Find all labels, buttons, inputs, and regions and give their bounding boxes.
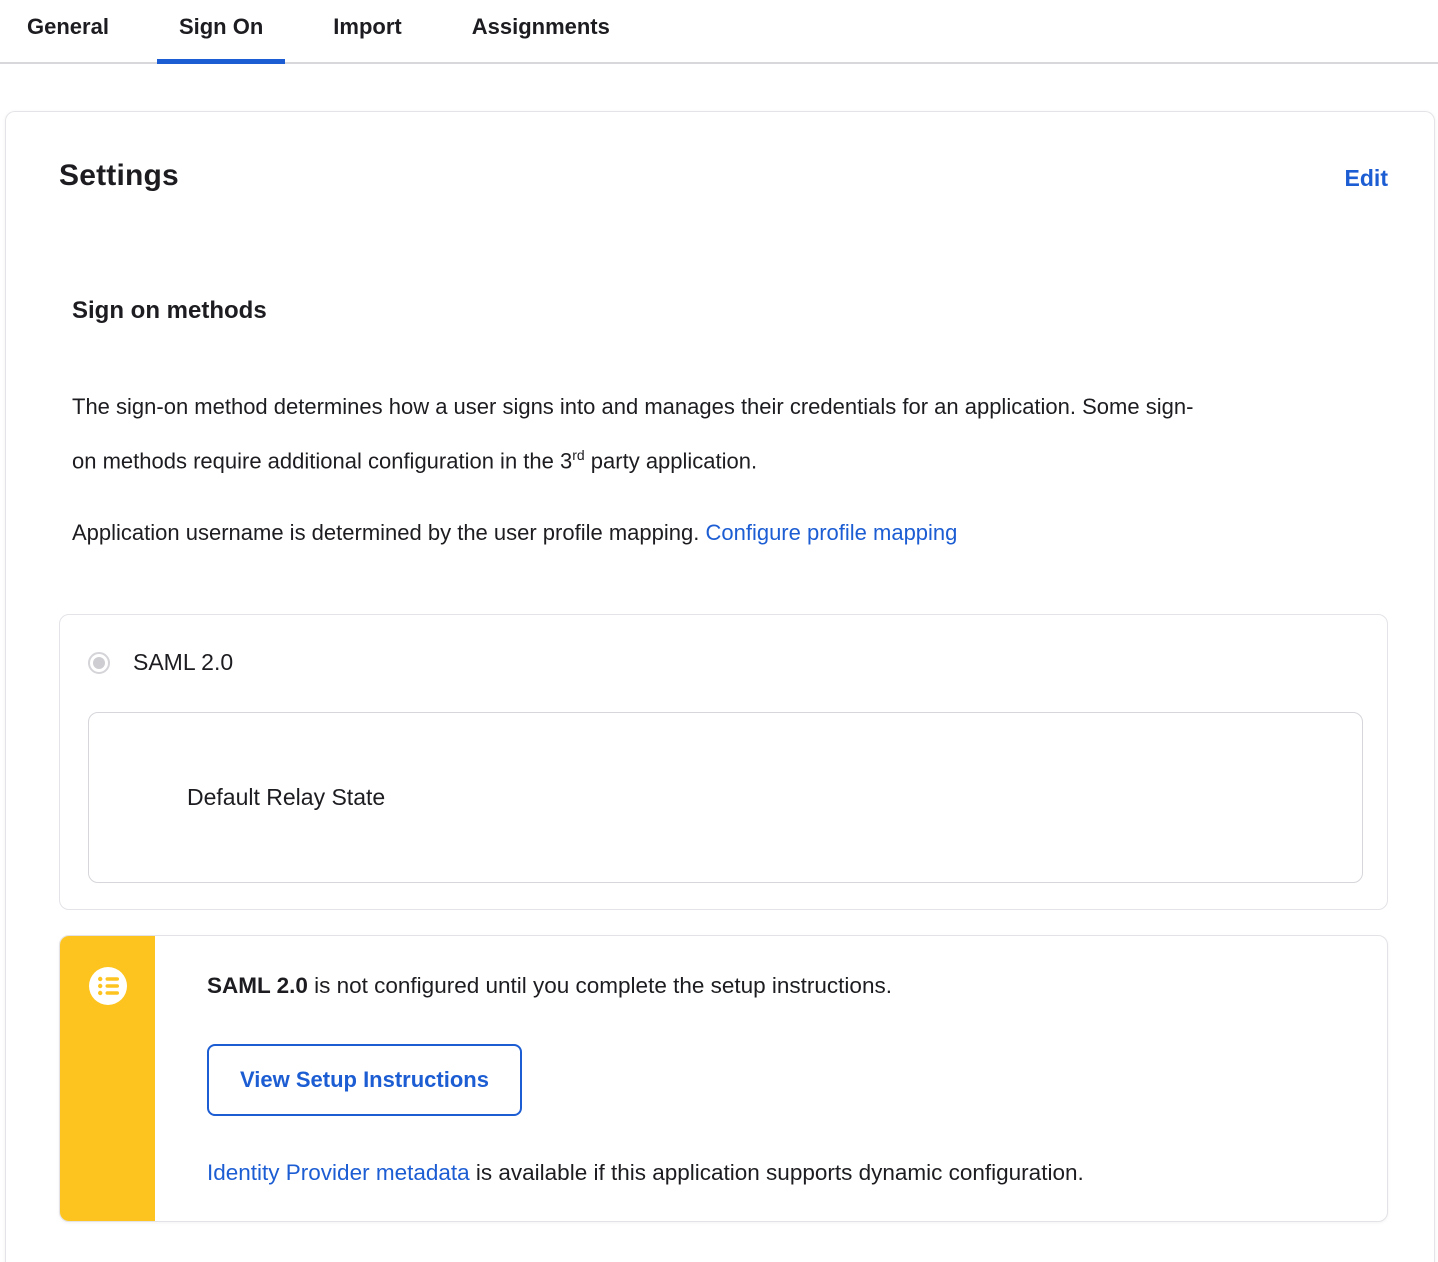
default-relay-state-box: Default Relay State xyxy=(88,712,1363,884)
callout-message-rest: is not configured until you complete the… xyxy=(307,973,892,999)
configure-profile-mapping-link[interactable]: Configure profile mapping xyxy=(705,520,957,545)
list-icon xyxy=(88,967,127,1006)
identity-provider-metadata-link[interactable]: Identity Provider metadata xyxy=(207,1160,470,1185)
username-mapping-text: Application username is determined by th… xyxy=(72,520,706,546)
callout-footer: Identity Provider metadata is available … xyxy=(207,1158,1347,1188)
callout-content: SAML 2.0 is not configured until you com… xyxy=(155,936,1387,1221)
description-superscript: rd xyxy=(572,447,585,463)
tab-assignments[interactable]: Assignments xyxy=(450,6,632,62)
view-setup-instructions-button[interactable]: View Setup Instructions xyxy=(207,1044,522,1117)
edit-link[interactable]: Edit xyxy=(1345,165,1388,192)
default-relay-state-label: Default Relay State xyxy=(187,784,386,811)
saml-warning-callout: SAML 2.0 is not configured until you com… xyxy=(59,935,1388,1223)
app-tabbar: General Sign On Import Assignments xyxy=(0,0,1438,64)
sign-on-methods-heading: Sign on methods xyxy=(72,297,267,324)
metadata-rest-text: is available if this application support… xyxy=(469,1160,1084,1186)
settings-title: Settings xyxy=(59,159,179,192)
settings-card: Settings Edit Sign on methods The sign-o… xyxy=(5,111,1435,1262)
username-mapping-description: Application username is determined by th… xyxy=(72,509,1202,557)
settings-card-header: Settings Edit xyxy=(59,159,1388,193)
callout-message: SAML 2.0 is not configured until you com… xyxy=(207,971,1347,1001)
callout-message-bold: SAML 2.0 xyxy=(207,973,308,999)
tab-general[interactable]: General xyxy=(5,6,131,62)
tab-sign-on[interactable]: Sign On xyxy=(156,6,286,64)
saml-method-box: SAML 2.0 Default Relay State xyxy=(59,614,1388,911)
saml-radio-label: SAML 2.0 xyxy=(133,649,234,676)
saml-radio-button[interactable] xyxy=(88,651,110,674)
description-text-2: party application. xyxy=(584,448,758,474)
sign-on-methods-description: The sign-on method determines how a user… xyxy=(72,383,1202,485)
tab-import[interactable]: Import xyxy=(311,6,423,62)
saml-radio-row: SAML 2.0 xyxy=(88,649,1363,676)
callout-accent-bar xyxy=(60,936,155,1222)
